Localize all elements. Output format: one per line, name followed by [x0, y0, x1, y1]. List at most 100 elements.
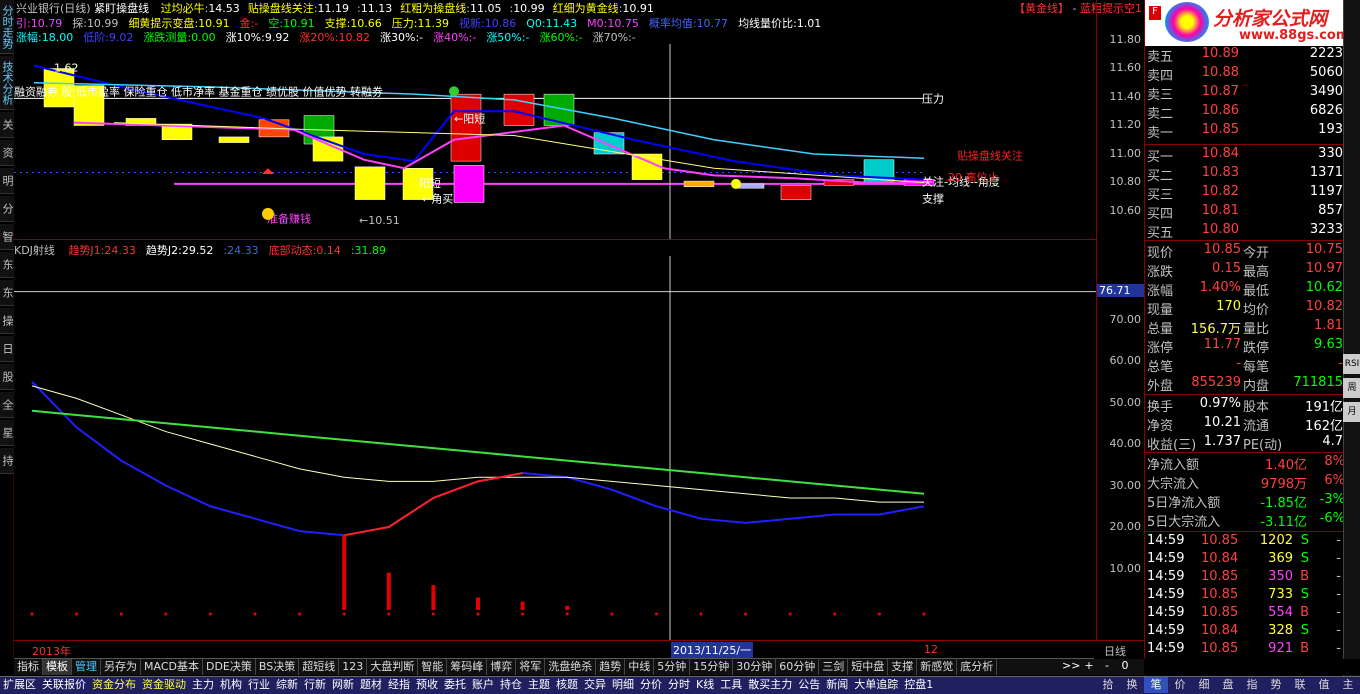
- left-tab-2[interactable]: 关: [0, 112, 14, 138]
- bottom-right-tab-7[interactable]: 势: [1264, 677, 1288, 693]
- formula-tab-2[interactable]: 管理: [72, 659, 101, 675]
- side-icon-2[interactable]: 月: [1343, 402, 1360, 422]
- bottom-right-tab-10[interactable]: 主: [1336, 677, 1360, 693]
- left-tab-6[interactable]: 智: [0, 224, 14, 250]
- bottom-func-24[interactable]: 散买主力: [745, 677, 795, 693]
- bottom-func-11[interactable]: 经指: [385, 677, 413, 693]
- formula-tab-17[interactable]: 5分钟: [654, 659, 691, 675]
- bottom-func-6[interactable]: 行业: [245, 677, 273, 693]
- left-tab-8[interactable]: 东: [0, 280, 14, 306]
- bottom-func-22[interactable]: K线: [693, 677, 717, 693]
- bottom-func-25[interactable]: 公告: [795, 677, 823, 693]
- bottom-func-12[interactable]: 预收: [413, 677, 441, 693]
- left-tab-11[interactable]: 股: [0, 364, 14, 390]
- side-icon-1[interactable]: 周: [1343, 378, 1360, 398]
- formula-tab-15[interactable]: 趋势: [596, 659, 626, 675]
- price-chart[interactable]: 融资融券 股 低市盈率 保险重仓 低市净率 基金重仓 绩优股 价值优势 转融券压…: [14, 44, 1096, 240]
- bottom-func-19[interactable]: 明细: [609, 677, 637, 693]
- tab-control-1[interactable]: +: [1080, 659, 1098, 672]
- bottom-func-10[interactable]: 题材: [357, 677, 385, 693]
- period-label[interactable]: 日线: [1104, 643, 1126, 659]
- formula-tab-24[interactable]: 新感觉: [917, 659, 958, 675]
- formula-tab-25[interactable]: 底分析: [957, 659, 998, 675]
- bids-row-4[interactable]: 买五 10.80 3233: [1147, 222, 1347, 241]
- bottom-func-15[interactable]: 持仓: [497, 677, 525, 693]
- formula-tab-6[interactable]: BS决策: [256, 659, 300, 675]
- formula-tab-16[interactable]: 中线: [625, 659, 655, 675]
- tab-control-2[interactable]: -: [1098, 659, 1116, 672]
- left-tab-10[interactable]: 日: [0, 336, 14, 362]
- bottom-right-tab-0[interactable]: 拾: [1096, 677, 1120, 693]
- bottom-func-3[interactable]: 资金驱动: [139, 677, 189, 693]
- bottom-right-tab-5[interactable]: 盘: [1216, 677, 1240, 693]
- bottom-right-tab-8[interactable]: 联: [1288, 677, 1312, 693]
- formula-tab-21[interactable]: 三剑: [819, 659, 849, 675]
- formula-name[interactable]: 紧盯操盘线: [94, 2, 149, 15]
- bottom-func-14[interactable]: 账户: [469, 677, 497, 693]
- left-tab-13[interactable]: 星: [0, 420, 14, 446]
- tab-control-3[interactable]: 0: [1116, 659, 1134, 672]
- formula-tab-19[interactable]: 30分钟: [733, 659, 777, 675]
- bids-row-2[interactable]: 买三 10.82 1197: [1147, 184, 1347, 203]
- f10-icon[interactable]: F: [1149, 6, 1161, 20]
- formula-tab-14[interactable]: 洗盘绝杀: [545, 659, 597, 675]
- bottom-func-26[interactable]: 新闻: [823, 677, 851, 693]
- bottom-right-tab-3[interactable]: 价: [1168, 677, 1192, 693]
- left-tab-9[interactable]: 操: [0, 308, 14, 334]
- left-tab-14[interactable]: 持: [0, 448, 14, 474]
- left-tab-0[interactable]: 分时走势: [0, 0, 14, 54]
- tab-control-0[interactable]: >>: [1062, 659, 1080, 672]
- left-tab-3[interactable]: 资: [0, 140, 14, 166]
- formula-tab-8[interactable]: 123: [339, 659, 368, 675]
- formula-tab-18[interactable]: 15分钟: [690, 659, 734, 675]
- formula-tab-9[interactable]: 大盘判断: [367, 659, 419, 675]
- formula-tab-7[interactable]: 超短线: [299, 659, 340, 675]
- side-icon-0[interactable]: RSI: [1343, 354, 1360, 374]
- main-chart-area[interactable]: 兴业银行(日线) 紧盯操盘线 过均必牛:14.53 贴操盘线关注:11.19:11…: [14, 0, 1142, 640]
- left-tab-4[interactable]: 明: [0, 168, 14, 194]
- bids-row-0[interactable]: 买一 10.84 330: [1147, 146, 1347, 165]
- formula-tab-5[interactable]: DDE决策: [203, 659, 256, 675]
- left-tab-5[interactable]: 分: [0, 196, 14, 222]
- bottom-right-tab-4[interactable]: 细: [1192, 677, 1216, 693]
- bottom-right-tab-9[interactable]: 值: [1312, 677, 1336, 693]
- bottom-func-5[interactable]: 机构: [217, 677, 245, 693]
- bottom-func-8[interactable]: 行新: [301, 677, 329, 693]
- asks-row-1[interactable]: 卖四 10.88 5060: [1147, 65, 1347, 84]
- bottom-func-2[interactable]: 资金分布: [89, 677, 139, 693]
- formula-tab-4[interactable]: MACD基本: [141, 659, 203, 675]
- bottom-func-16[interactable]: 主题: [525, 677, 553, 693]
- bottom-right-tab-1[interactable]: 换: [1120, 677, 1144, 693]
- bottom-func-7[interactable]: 综新: [273, 677, 301, 693]
- bottom-func-4[interactable]: 主力: [189, 677, 217, 693]
- bottom-func-0[interactable]: 扩展区: [0, 677, 39, 693]
- asks-row-0[interactable]: 卖五 10.89 2223: [1147, 46, 1347, 65]
- formula-tab-22[interactable]: 短中盘: [848, 659, 889, 675]
- bids-row-3[interactable]: 买四 10.81 857: [1147, 203, 1347, 222]
- formula-tab-13[interactable]: 将军: [516, 659, 546, 675]
- bottom-func-23[interactable]: 工具: [717, 677, 745, 693]
- bottom-func-27[interactable]: 大单追踪: [851, 677, 901, 693]
- kdj-chart[interactable]: [14, 256, 1096, 640]
- asks-row-4[interactable]: 卖一 10.85 193: [1147, 122, 1347, 141]
- left-tab-7[interactable]: 东: [0, 252, 14, 278]
- formula-tab-23[interactable]: 支撑: [888, 659, 918, 675]
- bottom-func-1[interactable]: 关联报价: [39, 677, 89, 693]
- bottom-func-21[interactable]: 分时: [665, 677, 693, 693]
- asks-row-2[interactable]: 卖三 10.87 3490: [1147, 84, 1347, 103]
- formula-tab-1[interactable]: 模板: [43, 659, 72, 675]
- formula-tab-11[interactable]: 筹码峰: [447, 659, 488, 675]
- bids-row-1[interactable]: 买二 10.83 1371: [1147, 165, 1347, 184]
- asks-row-3[interactable]: 卖二 10.86 6826: [1147, 103, 1347, 122]
- bottom-func-17[interactable]: 核题: [553, 677, 581, 693]
- formula-tab-10[interactable]: 智能: [418, 659, 448, 675]
- formula-tab-12[interactable]: 博弈: [487, 659, 517, 675]
- bottom-func-18[interactable]: 交异: [581, 677, 609, 693]
- formula-tab-0[interactable]: 指标: [14, 659, 43, 675]
- formula-tab-3[interactable]: 另存为: [101, 659, 141, 675]
- bottom-func-28[interactable]: 控盘1: [901, 677, 936, 693]
- left-tab-1[interactable]: 技术分析: [0, 56, 14, 110]
- left-tab-12[interactable]: 全: [0, 392, 14, 418]
- bottom-func-13[interactable]: 委托: [441, 677, 469, 693]
- bottom-right-tab-6[interactable]: 指: [1240, 677, 1264, 693]
